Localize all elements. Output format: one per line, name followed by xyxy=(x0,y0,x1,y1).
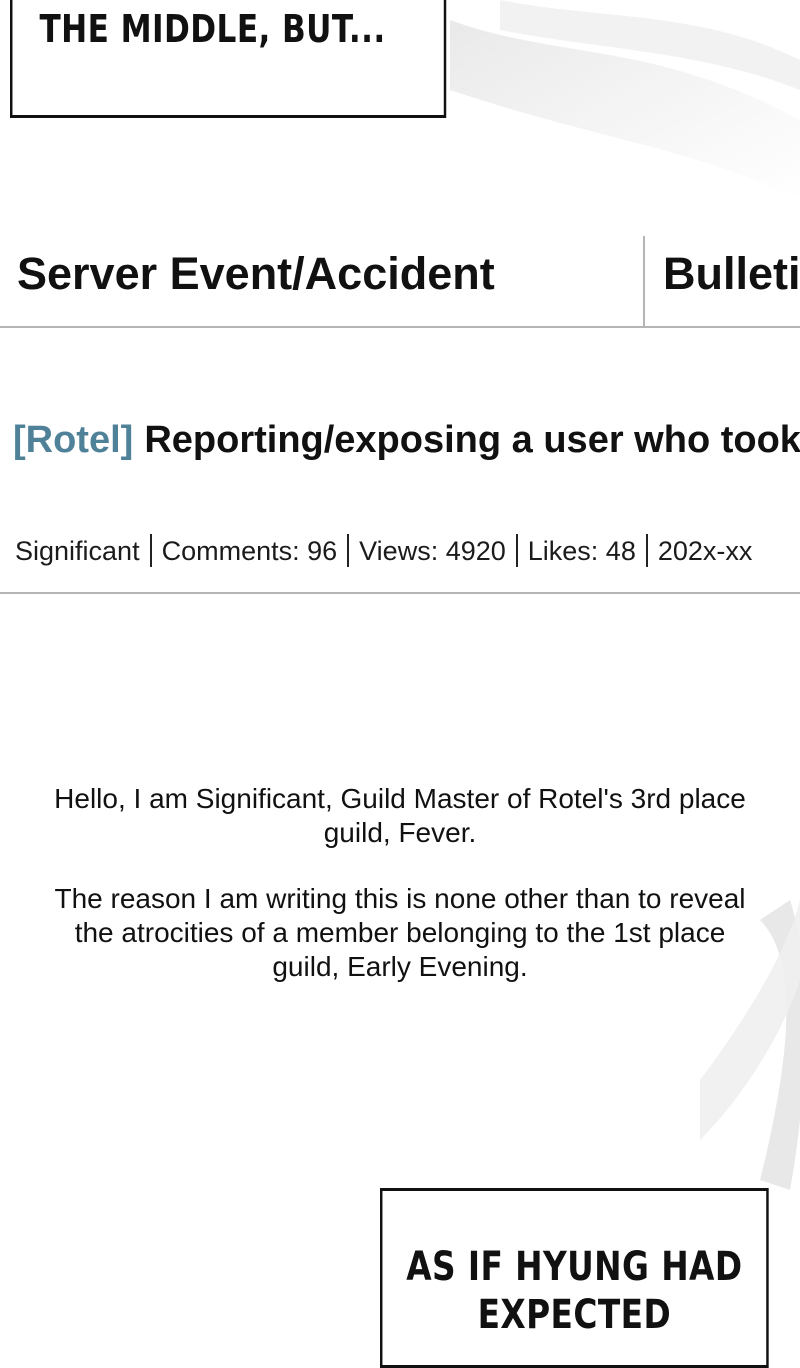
post-title-text: Reporting/exposing a user who took xyxy=(144,419,800,461)
board-tabs: Server Event/Accident Bulletin xyxy=(0,236,800,328)
speech-caption-top: THE MIDDLE, BUT... xyxy=(10,0,447,118)
meta-separator xyxy=(645,534,648,567)
tab-bulletin[interactable]: Bulletin xyxy=(663,236,800,326)
meta-comments: Comments: 96 xyxy=(161,536,338,566)
tabs-underline xyxy=(0,326,800,328)
meta-separator xyxy=(515,534,518,567)
post-title[interactable]: [Rotel] Reporting/exposing a user who too… xyxy=(13,414,800,466)
meta-views: Views: 4920 xyxy=(359,536,506,566)
post-body-paragraph: The reason I am writing this is none oth… xyxy=(54,883,746,982)
background-swirl xyxy=(450,0,800,1190)
meta-separator xyxy=(347,534,350,567)
meta-date: 202x-xx xyxy=(657,536,753,566)
post-meta: Significant Comments: 96 Views: 4920 Likes:… xyxy=(15,532,800,570)
meta-separator xyxy=(149,534,152,567)
meta-author[interactable]: Significant xyxy=(15,536,140,566)
tab-server-event-accident[interactable]: Server Event/Accident xyxy=(17,236,637,326)
post-body-paragraph: Hello, I am Significant, Guild Master of… xyxy=(54,783,746,848)
meta-likes: Likes: 48 xyxy=(527,536,636,566)
speech-caption-bottom: AS IF HYUNG HAD EXPECTED xyxy=(380,1188,769,1368)
post-tag: [Rotel] xyxy=(13,419,134,461)
caption-top-text: THE MIDDLE, BUT... xyxy=(39,7,386,51)
caption-bottom-text: AS IF HYUNG HAD EXPECTED xyxy=(406,1244,743,1338)
tab-divider xyxy=(643,236,645,326)
meta-divider xyxy=(0,592,800,594)
